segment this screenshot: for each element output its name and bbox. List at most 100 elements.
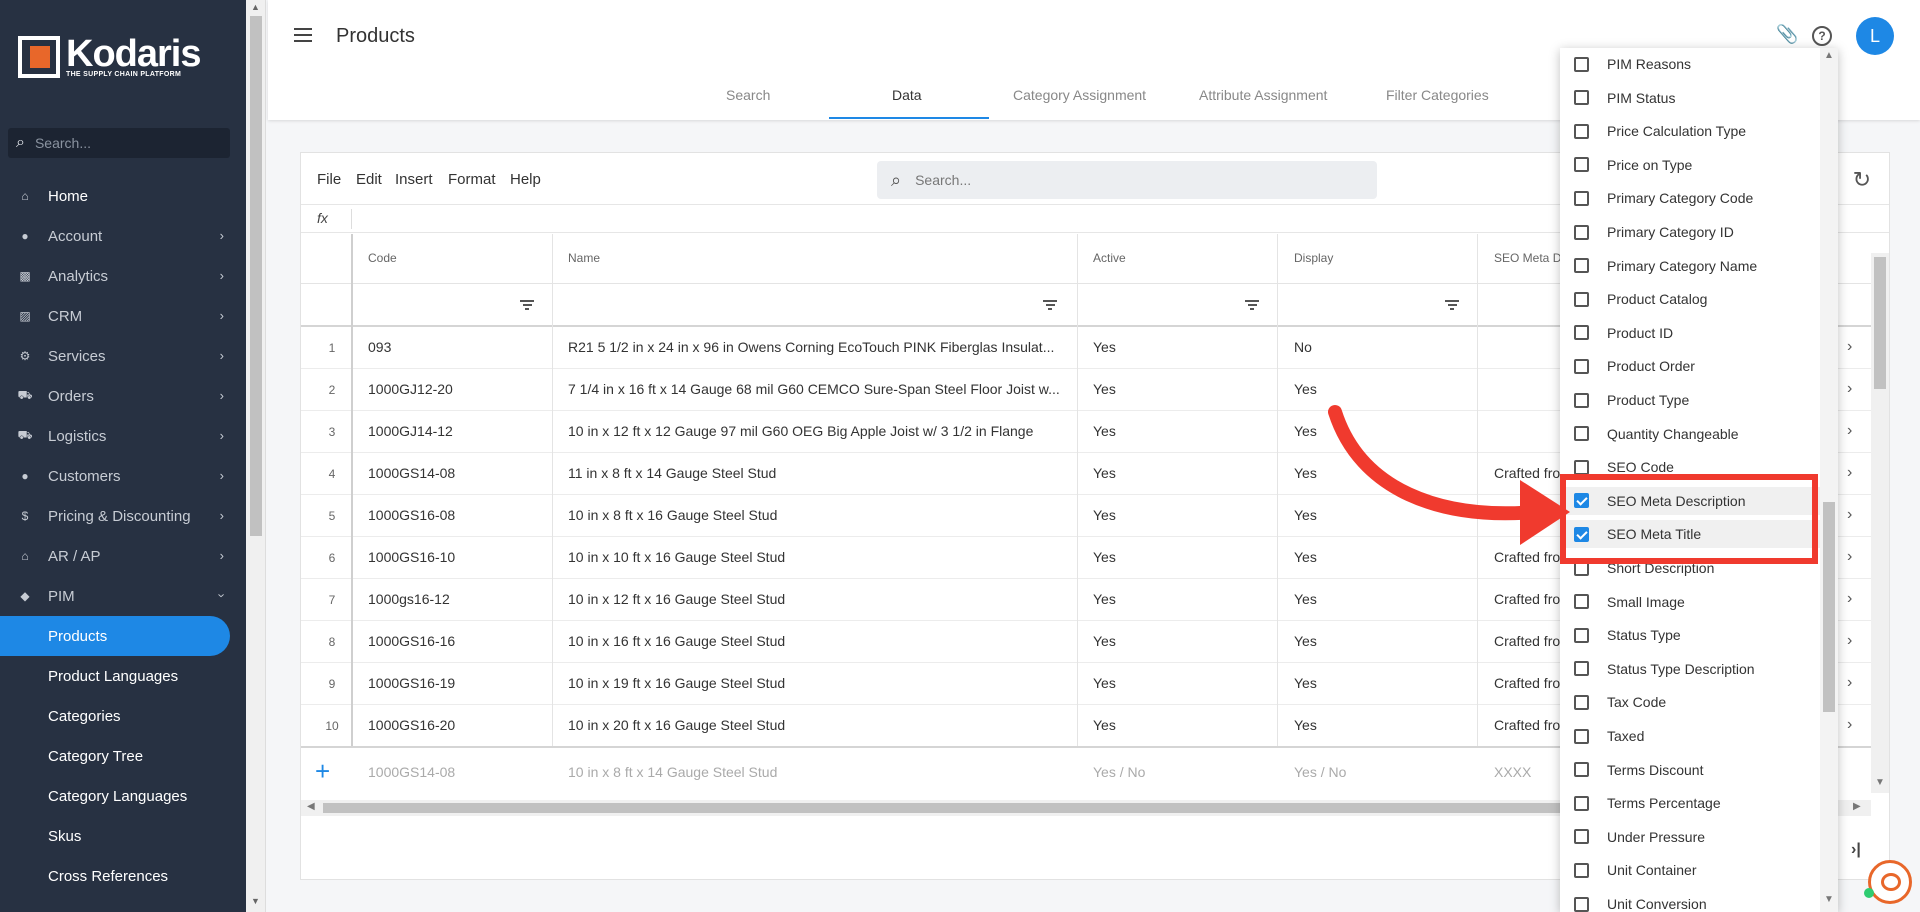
- cell-active[interactable]: Yes: [1093, 465, 1263, 481]
- filter-icon[interactable]: [1043, 300, 1057, 310]
- cell-active[interactable]: Yes: [1093, 675, 1263, 691]
- chat-support-icon[interactable]: [1868, 860, 1912, 904]
- vertical-scrollbar[interactable]: ▼: [1871, 253, 1889, 793]
- checkbox-icon[interactable]: [1574, 896, 1589, 912]
- sidebar-item-home[interactable]: ⌂ Home: [0, 176, 246, 216]
- scroll-right-icon[interactable]: ▶: [1853, 801, 1861, 812]
- sidebar-item-logistics[interactable]: ⛟ Logistics ›: [0, 416, 246, 456]
- sidebar-subitem-category-tree[interactable]: Category Tree: [0, 736, 246, 776]
- checkbox-icon[interactable]: [1574, 90, 1589, 106]
- menu-help[interactable]: Help: [510, 171, 541, 188]
- cell-name[interactable]: 10 in x 16 ft x 16 Gauge Steel Stud: [568, 633, 1068, 649]
- cell-code[interactable]: 1000GS16-19: [368, 675, 548, 691]
- cell-code[interactable]: 1000GS14-08: [368, 465, 548, 481]
- column-header-active[interactable]: Active: [1093, 251, 1126, 265]
- checkbox-icon[interactable]: [1574, 157, 1589, 173]
- sidebar-item-crm[interactable]: ▨ CRM ›: [0, 296, 246, 336]
- scroll-up-icon[interactable]: ▲: [1824, 50, 1834, 61]
- sidebar-item-account[interactable]: ● Account ›: [0, 216, 246, 256]
- sidebar-item-customers[interactable]: ● Customers ›: [0, 456, 246, 496]
- column-option[interactable]: PIM Status: [1560, 84, 1820, 112]
- checkbox-icon[interactable]: [1574, 325, 1589, 341]
- sidebar-subitem-products[interactable]: Products: [0, 616, 230, 656]
- sidebar-subitem-skus[interactable]: Skus: [0, 816, 246, 856]
- cell-code[interactable]: 1000GJ12-20: [368, 381, 548, 397]
- row-expand-icon[interactable]: ›: [1847, 674, 1852, 692]
- new-row-display[interactable]: Yes / No: [1294, 764, 1346, 780]
- vertical-scroll-thumb[interactable]: [1874, 257, 1886, 389]
- cell-active[interactable]: Yes: [1093, 381, 1263, 397]
- cell-active[interactable]: Yes: [1093, 591, 1263, 607]
- new-row-name[interactable]: 10 in x 8 ft x 14 Gauge Steel Stud: [568, 764, 777, 780]
- cell-name[interactable]: 10 in x 19 ft x 16 Gauge Steel Stud: [568, 675, 1068, 691]
- cell-name[interactable]: 10 in x 10 ft x 16 Gauge Steel Stud: [568, 549, 1068, 565]
- cell-name[interactable]: 10 in x 8 ft x 16 Gauge Steel Stud: [568, 507, 1068, 523]
- checkbox-icon[interactable]: [1574, 123, 1589, 139]
- column-option[interactable]: Under Pressure: [1560, 823, 1820, 851]
- column-option[interactable]: Status Type Description: [1560, 655, 1820, 683]
- column-option[interactable]: Primary Category Code: [1560, 184, 1820, 212]
- column-option[interactable]: Primary Category Name: [1560, 252, 1820, 280]
- checkbox-icon[interactable]: [1574, 190, 1589, 206]
- filter-icon[interactable]: [1445, 300, 1459, 310]
- column-option[interactable]: Primary Category ID: [1560, 218, 1820, 246]
- column-option[interactable]: Price Calculation Type: [1560, 117, 1820, 145]
- tab-search[interactable]: Search: [726, 87, 770, 103]
- cell-code[interactable]: 093: [368, 339, 548, 355]
- cell-code[interactable]: 1000GJ14-12: [368, 423, 548, 439]
- grid-search-input[interactable]: ⌕ Search...: [877, 161, 1377, 199]
- row-expand-icon[interactable]: ›: [1847, 590, 1852, 608]
- cell-code[interactable]: 1000GS16-10: [368, 549, 548, 565]
- cell-code[interactable]: 1000GS16-16: [368, 633, 548, 649]
- column-option[interactable]: Tax Code: [1560, 688, 1820, 716]
- column-option[interactable]: Price on Type: [1560, 151, 1820, 179]
- column-option[interactable]: Taxed: [1560, 722, 1820, 750]
- picker-scrollbar[interactable]: ▲ ▼: [1820, 48, 1838, 912]
- filter-icon[interactable]: [520, 300, 534, 310]
- last-page-icon[interactable]: ›|: [1851, 841, 1861, 859]
- column-header-seo-meta[interactable]: SEO Meta D: [1494, 251, 1561, 265]
- paperclip-icon[interactable]: 📎: [1776, 24, 1798, 45]
- row-expand-icon[interactable]: ›: [1847, 380, 1852, 398]
- tab-attribute-assignment[interactable]: Attribute Assignment: [1199, 87, 1327, 103]
- column-option[interactable]: Product ID: [1560, 319, 1820, 347]
- checkbox-icon[interactable]: [1574, 56, 1589, 72]
- column-header-display[interactable]: Display: [1294, 251, 1333, 265]
- column-option[interactable]: Product Type: [1560, 386, 1820, 414]
- scroll-down-icon[interactable]: ▼: [1824, 894, 1834, 905]
- add-row-icon[interactable]: +: [315, 756, 330, 787]
- checkbox-icon[interactable]: [1574, 258, 1589, 274]
- cell-display[interactable]: Yes: [1294, 675, 1464, 691]
- scroll-down-icon[interactable]: ▼: [1875, 777, 1885, 788]
- scroll-up-icon[interactable]: ▲: [251, 2, 260, 12]
- checkbox-icon[interactable]: [1574, 291, 1589, 307]
- checkbox-icon[interactable]: [1574, 224, 1589, 240]
- checkbox-icon[interactable]: [1574, 627, 1589, 643]
- checkbox-icon[interactable]: [1574, 594, 1589, 610]
- sidebar-item-pim[interactable]: ◆ PIM ›: [0, 576, 246, 616]
- column-option[interactable]: Product Catalog: [1560, 285, 1820, 313]
- sidebar-item-pricing[interactable]: $ Pricing & Discounting ›: [0, 496, 246, 536]
- checkbox-icon[interactable]: [1574, 661, 1589, 677]
- checkbox-icon[interactable]: [1574, 728, 1589, 744]
- menu-edit[interactable]: Edit: [356, 171, 382, 188]
- sidebar-scroll-thumb[interactable]: [250, 16, 262, 536]
- sidebar-search-input[interactable]: ⌕ Search...: [8, 128, 230, 158]
- checkbox-icon[interactable]: [1574, 694, 1589, 710]
- scroll-left-icon[interactable]: ◀: [307, 801, 315, 812]
- cell-code[interactable]: 1000GS16-20: [368, 717, 548, 733]
- menu-insert[interactable]: Insert: [395, 171, 433, 188]
- filter-icon[interactable]: [1245, 300, 1259, 310]
- cell-display[interactable]: Yes: [1294, 717, 1464, 733]
- column-option[interactable]: Quantity Changeable: [1560, 420, 1820, 448]
- column-option[interactable]: Unit Container: [1560, 856, 1820, 884]
- cell-display[interactable]: No: [1294, 339, 1464, 355]
- column-header-code[interactable]: Code: [368, 251, 397, 265]
- avatar[interactable]: L: [1856, 17, 1894, 55]
- row-expand-icon[interactable]: ›: [1847, 506, 1852, 524]
- column-option[interactable]: Product Order: [1560, 352, 1820, 380]
- column-header-name[interactable]: Name: [568, 251, 600, 265]
- kodaris-logo[interactable]: Kodaris THE SUPPLY CHAIN PLATFORM: [18, 35, 201, 78]
- row-expand-icon[interactable]: ›: [1847, 548, 1852, 566]
- new-row-seo[interactable]: XXXX: [1494, 764, 1531, 780]
